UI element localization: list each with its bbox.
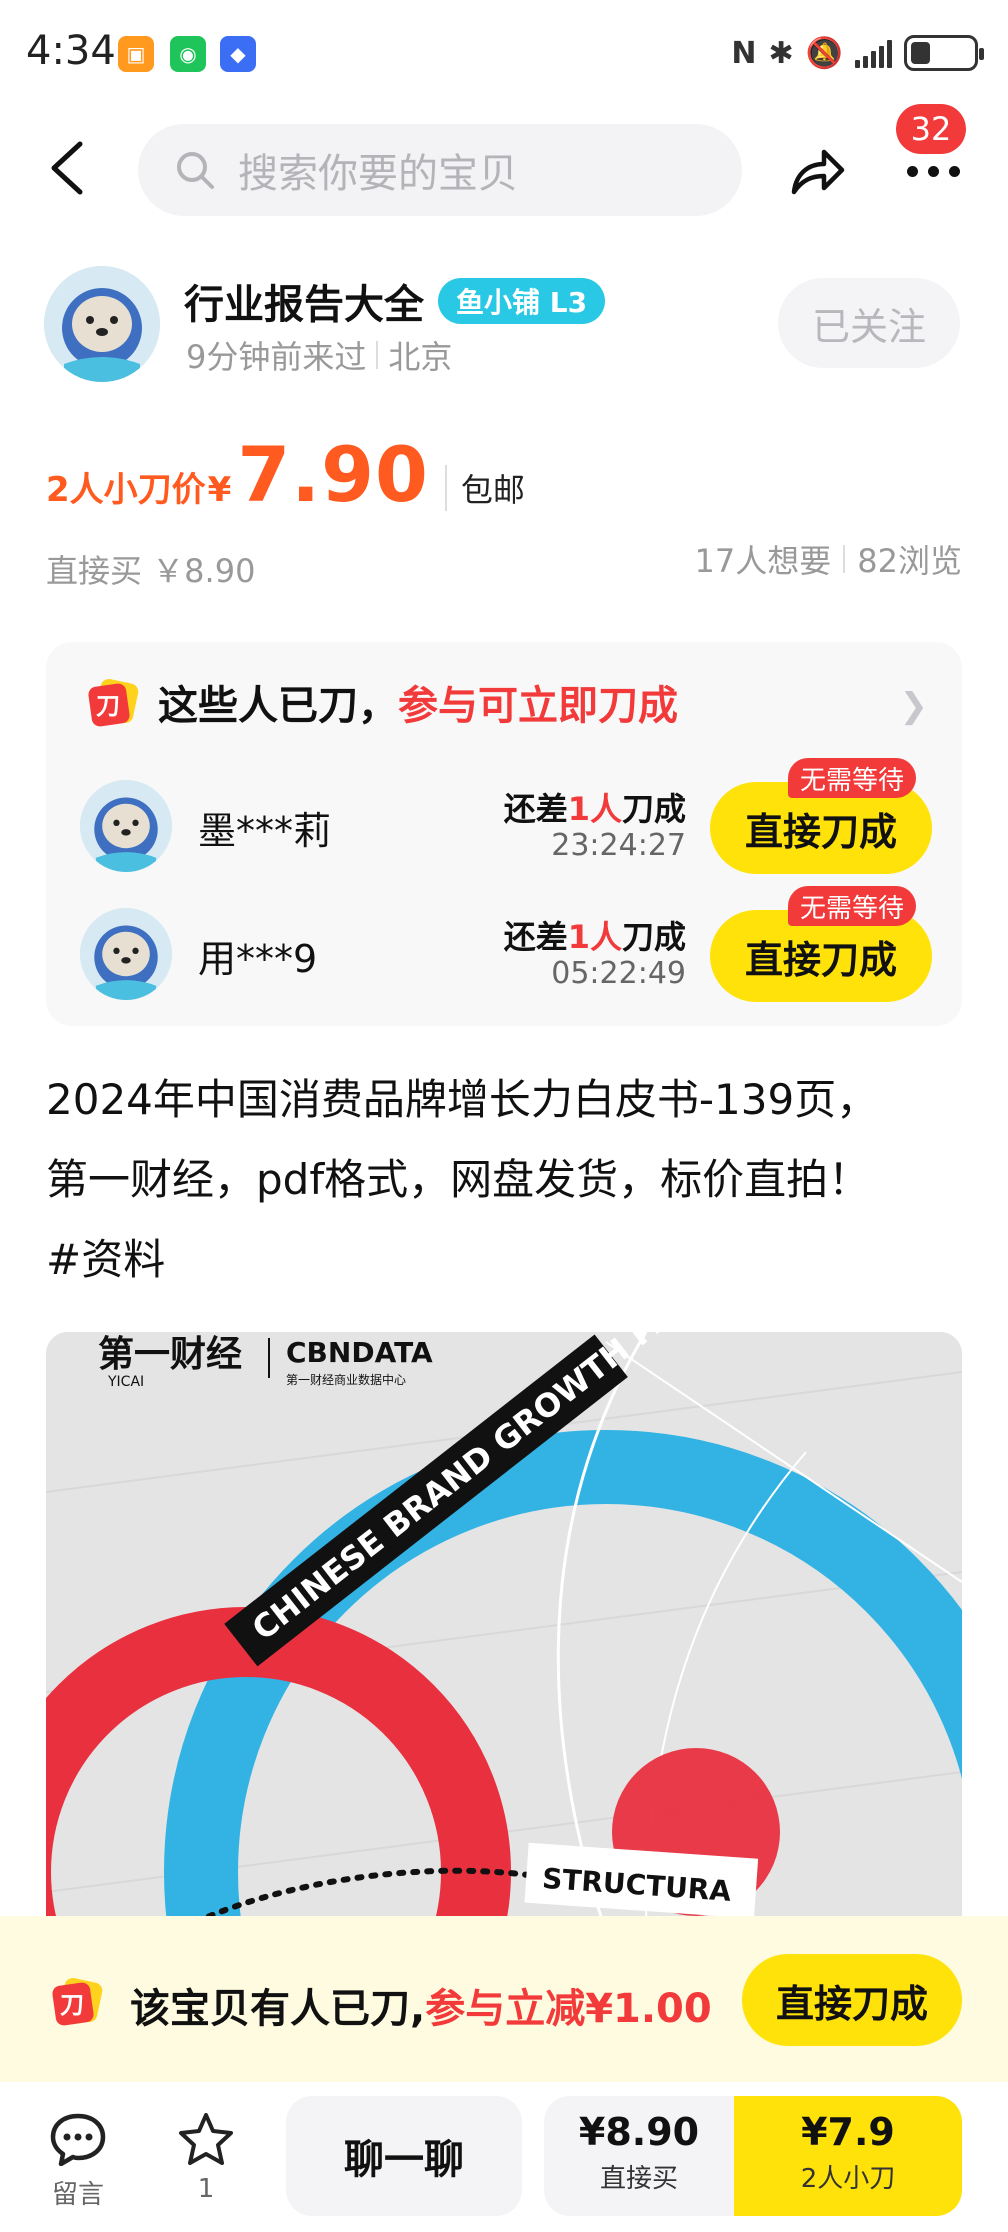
price-label: 2人小刀价 [46,470,206,510]
cut-buy-price: ¥7.9 [801,2110,895,2154]
price-row: 2人小刀价 ¥ 7.90 包邮 [46,430,525,520]
wechat-icon: ◉ [170,36,206,72]
seller-location: 北京 [388,338,453,376]
yicai-logo-sub: YICAI [107,1374,144,1390]
more-button[interactable] [898,156,968,186]
star-icon [179,2113,233,2165]
taobao-like-icon: ▣ [118,36,154,72]
bottom-action-bar: 留言 1 聊一聊 ¥8.90 直接买 ¥7.9 2人小刀 [0,2082,1008,2232]
cut-card-header[interactable]: 刀 这些人已刀， 参与可立即刀成 [86,672,678,732]
svg-text:刀: 刀 [96,692,120,720]
cut-card: 刀 这些人已刀， 参与可立即刀成 ❯ 墨***莉 还差1人刀成 23:24:27… [46,642,962,1026]
description-line: 2024年中国消费品牌增长力白皮书-139页， [46,1075,879,1124]
cut-user-name: 用***9 [198,937,318,981]
cut-user-name: 墨***莉 [198,809,332,853]
share-icon [791,149,845,195]
status-bar: 4:34 ▣ ◉ ◆ N ✱ 🔕 [0,0,1008,110]
favorite-count: 1 [197,2174,215,2204]
divider [376,341,379,369]
view-count: 82浏览 [857,542,962,580]
cbndata-logo-sub: 第一财经商业数据中心 [286,1372,406,1387]
status-time: 4:34 [26,28,116,74]
cut-row: 墨***莉 还差1人刀成 23:24:27 直接刀成 无需等待 [46,758,962,882]
price-currency: ¥ [207,470,232,510]
want-count: 17人想要 [694,542,832,580]
cbndata-logo: CBNDATA [286,1336,433,1369]
promo-cut-button[interactable]: 直接刀成 [742,1954,962,2046]
direct-buy-price: ¥8.90 [578,2110,700,2154]
promo-banner: 刀 该宝贝有人已刀,参与立减¥1.00 直接刀成 [0,1916,1008,2082]
cut-remaining: 还差1人刀成 [503,790,686,828]
promo-text: 该宝贝有人已刀,参与立减¥1.00 [130,1986,712,2032]
back-arrow-icon [51,141,83,195]
chat-button[interactable]: 聊一聊 [286,2096,522,2216]
cut-card-title: 这些人已刀， [158,683,398,729]
yicai-logo: 第一财经 [98,1334,242,1375]
user-avatar [80,780,172,872]
xianyu-icon: ◆ [220,36,256,72]
cut-buy-button[interactable]: ¥7.9 2人小刀 [734,2096,962,2216]
dao-icon: 刀 [86,675,140,729]
follow-button[interactable]: 已关注 [778,278,960,368]
item-description: 2024年中国消费品牌增长力白皮书-139页， 第一财经，pdf格式，网盘发货，… [46,1060,966,1300]
search-icon [177,152,214,189]
bluetooth-icon: ✱ [768,35,794,71]
seller-last-seen: 9分钟前来过 [186,338,367,376]
search-placeholder: 搜索你要的宝贝 [238,151,518,197]
message-label: 留言 [51,2180,104,2210]
dao-icon: 刀 [50,1974,104,2028]
top-nav: 搜索你要的宝贝 32 [0,104,1008,230]
cut-card-title-highlight: 参与可立即刀成 [398,683,678,729]
seller-info: 行业报告大全 鱼小铺 L3 9分钟前来过 北京 已关注 [0,256,1008,386]
mute-icon: 🔕 [805,35,843,71]
notification-badge: 32 [896,104,966,154]
battery-icon [904,35,984,71]
shop-level-badge: 鱼小铺 L3 [438,278,606,324]
cut-row: 用***9 还差1人刀成 05:22:49 直接刀成 无需等待 [46,886,962,1010]
description-tag[interactable]: #资料 [46,1220,966,1300]
cut-timer: 05:22:49 [551,956,686,991]
message-button[interactable]: 留言 [28,2112,128,2211]
svg-text:刀: 刀 [60,1991,84,2019]
seller-name[interactable]: 行业报告大全 [184,272,424,330]
chevron-right-icon[interactable]: ❯ [900,686,929,726]
comment-icon [50,2113,106,2167]
description-line: 第一财经，pdf格式，网盘发货，标价直拍！ [46,1155,871,1204]
price-amount: 7.90 [237,430,429,519]
direct-buy-price: 直接买 ￥8.90 [46,552,256,590]
direct-buy-button[interactable]: ¥8.90 直接买 [544,2096,734,2216]
signal-icon [855,38,892,68]
share-button[interactable] [786,140,848,202]
product-image[interactable]: CHINESE BRAND GROWTH PATH STRUCTURA 第一财经… [46,1332,962,1932]
direct-buy-label: 直接买 [599,2164,678,2194]
user-avatar [80,908,172,1000]
search-input[interactable]: 搜索你要的宝贝 [138,124,742,216]
nfc-icon: N [731,35,757,71]
seller-meta: 9分钟前来过 北京 [186,332,452,378]
divider [843,545,846,573]
favorite-button[interactable]: 1 [156,2112,256,2204]
back-button[interactable] [40,138,100,198]
cut-buy-label: 2人小刀 [800,2164,896,2194]
shipping-label: 包邮 [444,465,525,511]
cut-timer: 23:24:27 [551,828,686,863]
no-wait-tag: 无需等待 [788,886,917,926]
battery-fill [911,42,930,64]
no-wait-tag: 无需等待 [788,758,917,798]
status-icons: N ✱ 🔕 [731,30,984,76]
cut-remaining: 还差1人刀成 [503,918,686,956]
seller-avatar[interactable] [44,266,160,382]
item-stats: 17人想要 82浏览 [695,536,962,582]
